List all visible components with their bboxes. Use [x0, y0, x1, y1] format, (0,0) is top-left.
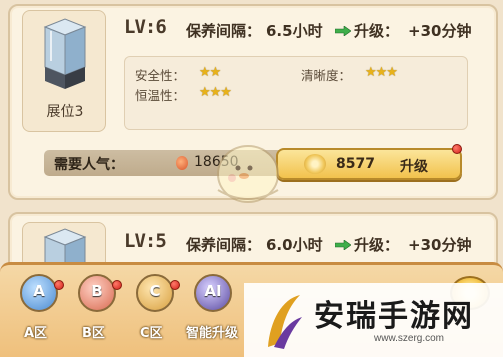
flower-coin-icon [304, 154, 326, 174]
stat-clarity-stars: ★★★ [365, 65, 398, 80]
mascot-watermark-icon [217, 145, 279, 203]
zone-c-button[interactable]: C [136, 274, 174, 312]
upgrade-value: +30分钟 [408, 236, 472, 254]
stat-thermal-stars: ★★★ [199, 85, 232, 100]
upgrade-cost: 8577 [336, 156, 375, 172]
smart-upgrade-label: 智能升级 [186, 326, 239, 341]
upgrade-button[interactable]: 8577 升级 [276, 148, 462, 180]
showcase-label: 展位3 [46, 104, 84, 120]
popularity-label: 需要人气： [54, 157, 124, 173]
smart-upgrade-button[interactable]: AI [194, 274, 232, 312]
ai-icon: AI [204, 282, 222, 300]
interval-value: 6.0小时 [266, 236, 323, 254]
popularity-icon [176, 156, 188, 170]
arrow-right-icon [335, 26, 351, 36]
zone-a-icon: A [33, 282, 45, 300]
level-label: LV:6 [124, 16, 167, 38]
glass-display-case-icon [43, 18, 87, 89]
zone-a-button[interactable]: A [20, 274, 58, 312]
arrow-right-icon [335, 240, 351, 250]
zone-b-button[interactable]: B [78, 274, 116, 312]
stat-safety-stars: ★★ [199, 65, 221, 80]
stat-clarity-label: 清晰度： [301, 68, 352, 83]
stat-thermal-label: 恒温性： [135, 88, 186, 103]
interval-label: 保养间隔： [186, 22, 262, 40]
notification-dot [170, 280, 180, 290]
showcase-slot-3[interactable]: 展位3 [22, 10, 106, 132]
site-name: 安瑞手游网 [314, 299, 474, 334]
notification-dot [112, 280, 122, 290]
upgrade-button-label: 升级 [400, 159, 428, 175]
upgrade-label: 升级： [354, 236, 400, 254]
stat-safety-label: 安全性： [135, 68, 186, 83]
interval-label: 保养间隔： [186, 236, 262, 254]
zone-c-label: C区 [140, 326, 163, 341]
stats-box: 安全性： ★★ 清晰度： ★★★ 恒温性： ★★★ [124, 56, 468, 130]
notification-dot [452, 144, 462, 154]
upgrade-label: 升级： [354, 22, 400, 40]
zone-b-icon: B [91, 282, 103, 300]
zone-b-label: B区 [82, 326, 105, 341]
site-url: www.szerg.com [374, 333, 445, 344]
level-label: LV:5 [124, 230, 167, 252]
zone-c-icon: C [149, 282, 161, 300]
site-watermark: 安瑞手游网 www.szerg.com [244, 283, 503, 357]
site-logo-icon [268, 295, 302, 349]
upgrade-value: +30分钟 [408, 22, 472, 40]
zone-a-label: A区 [24, 326, 48, 341]
interval-value: 6.5小时 [266, 22, 323, 40]
notification-dot [54, 280, 64, 290]
